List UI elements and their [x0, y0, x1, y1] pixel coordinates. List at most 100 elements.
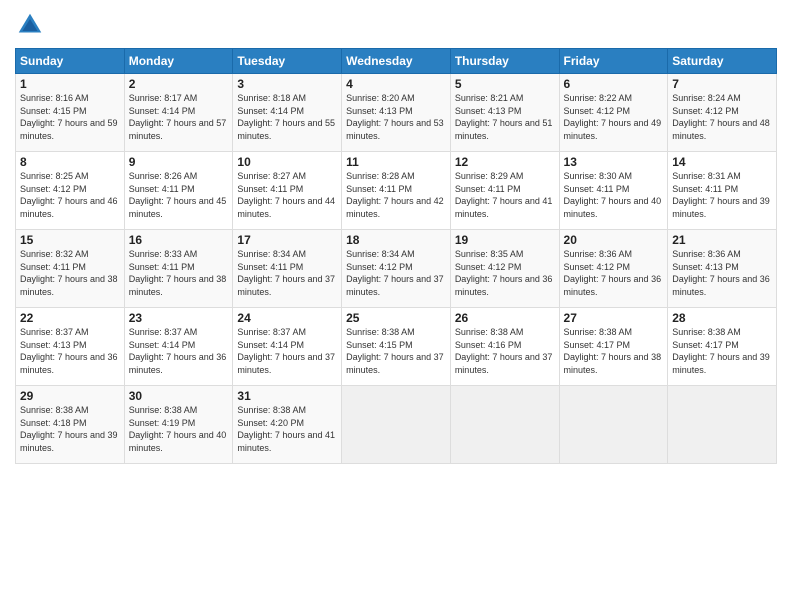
day-info: Sunrise: 8:29 AMSunset: 4:11 PMDaylight:… [455, 170, 555, 220]
day-info: Sunrise: 8:16 AMSunset: 4:15 PMDaylight:… [20, 92, 120, 142]
day-info: Sunrise: 8:26 AMSunset: 4:11 PMDaylight:… [129, 170, 229, 220]
calendar-cell: 4Sunrise: 8:20 AMSunset: 4:13 PMDaylight… [342, 74, 451, 152]
day-number: 1 [20, 77, 120, 91]
calendar-cell: 13Sunrise: 8:30 AMSunset: 4:11 PMDayligh… [559, 152, 668, 230]
header-saturday: Saturday [668, 49, 777, 74]
day-number: 26 [455, 311, 555, 325]
calendar-cell: 3Sunrise: 8:18 AMSunset: 4:14 PMDaylight… [233, 74, 342, 152]
day-number: 28 [672, 311, 772, 325]
day-number: 7 [672, 77, 772, 91]
header-friday: Friday [559, 49, 668, 74]
logo [15, 10, 49, 40]
calendar-cell [668, 386, 777, 464]
day-info: Sunrise: 8:22 AMSunset: 4:12 PMDaylight:… [564, 92, 664, 142]
day-number: 23 [129, 311, 229, 325]
day-info: Sunrise: 8:18 AMSunset: 4:14 PMDaylight:… [237, 92, 337, 142]
day-number: 5 [455, 77, 555, 91]
day-number: 13 [564, 155, 664, 169]
header-tuesday: Tuesday [233, 49, 342, 74]
day-number: 4 [346, 77, 446, 91]
calendar-cell: 20Sunrise: 8:36 AMSunset: 4:12 PMDayligh… [559, 230, 668, 308]
day-info: Sunrise: 8:37 AMSunset: 4:14 PMDaylight:… [129, 326, 229, 376]
calendar-row: 29Sunrise: 8:38 AMSunset: 4:18 PMDayligh… [16, 386, 777, 464]
calendar-cell: 21Sunrise: 8:36 AMSunset: 4:13 PMDayligh… [668, 230, 777, 308]
day-number: 12 [455, 155, 555, 169]
calendar-cell: 6Sunrise: 8:22 AMSunset: 4:12 PMDaylight… [559, 74, 668, 152]
calendar-cell: 7Sunrise: 8:24 AMSunset: 4:12 PMDaylight… [668, 74, 777, 152]
day-info: Sunrise: 8:20 AMSunset: 4:13 PMDaylight:… [346, 92, 446, 142]
calendar-cell: 23Sunrise: 8:37 AMSunset: 4:14 PMDayligh… [124, 308, 233, 386]
day-info: Sunrise: 8:21 AMSunset: 4:13 PMDaylight:… [455, 92, 555, 142]
header-sunday: Sunday [16, 49, 125, 74]
calendar-cell: 10Sunrise: 8:27 AMSunset: 4:11 PMDayligh… [233, 152, 342, 230]
logo-icon [15, 10, 45, 40]
day-info: Sunrise: 8:32 AMSunset: 4:11 PMDaylight:… [20, 248, 120, 298]
day-info: Sunrise: 8:30 AMSunset: 4:11 PMDaylight:… [564, 170, 664, 220]
day-number: 30 [129, 389, 229, 403]
day-info: Sunrise: 8:38 AMSunset: 4:18 PMDaylight:… [20, 404, 120, 454]
calendar-cell: 15Sunrise: 8:32 AMSunset: 4:11 PMDayligh… [16, 230, 125, 308]
header [15, 10, 777, 40]
calendar-cell: 30Sunrise: 8:38 AMSunset: 4:19 PMDayligh… [124, 386, 233, 464]
day-info: Sunrise: 8:33 AMSunset: 4:11 PMDaylight:… [129, 248, 229, 298]
day-info: Sunrise: 8:27 AMSunset: 4:11 PMDaylight:… [237, 170, 337, 220]
day-info: Sunrise: 8:31 AMSunset: 4:11 PMDaylight:… [672, 170, 772, 220]
day-info: Sunrise: 8:34 AMSunset: 4:11 PMDaylight:… [237, 248, 337, 298]
day-number: 25 [346, 311, 446, 325]
calendar-cell: 31Sunrise: 8:38 AMSunset: 4:20 PMDayligh… [233, 386, 342, 464]
day-number: 19 [455, 233, 555, 247]
day-info: Sunrise: 8:37 AMSunset: 4:14 PMDaylight:… [237, 326, 337, 376]
header-monday: Monday [124, 49, 233, 74]
day-info: Sunrise: 8:24 AMSunset: 4:12 PMDaylight:… [672, 92, 772, 142]
calendar-cell: 25Sunrise: 8:38 AMSunset: 4:15 PMDayligh… [342, 308, 451, 386]
calendar-cell: 24Sunrise: 8:37 AMSunset: 4:14 PMDayligh… [233, 308, 342, 386]
day-info: Sunrise: 8:34 AMSunset: 4:12 PMDaylight:… [346, 248, 446, 298]
calendar-cell [342, 386, 451, 464]
calendar-row: 8Sunrise: 8:25 AMSunset: 4:12 PMDaylight… [16, 152, 777, 230]
day-info: Sunrise: 8:38 AMSunset: 4:17 PMDaylight:… [564, 326, 664, 376]
day-info: Sunrise: 8:36 AMSunset: 4:13 PMDaylight:… [672, 248, 772, 298]
calendar-cell: 8Sunrise: 8:25 AMSunset: 4:12 PMDaylight… [16, 152, 125, 230]
day-number: 9 [129, 155, 229, 169]
calendar-page: Sunday Monday Tuesday Wednesday Thursday… [0, 0, 792, 612]
day-number: 31 [237, 389, 337, 403]
calendar-cell: 12Sunrise: 8:29 AMSunset: 4:11 PMDayligh… [450, 152, 559, 230]
day-number: 24 [237, 311, 337, 325]
day-number: 27 [564, 311, 664, 325]
calendar-cell: 11Sunrise: 8:28 AMSunset: 4:11 PMDayligh… [342, 152, 451, 230]
calendar-cell: 2Sunrise: 8:17 AMSunset: 4:14 PMDaylight… [124, 74, 233, 152]
calendar-cell: 18Sunrise: 8:34 AMSunset: 4:12 PMDayligh… [342, 230, 451, 308]
calendar-cell: 17Sunrise: 8:34 AMSunset: 4:11 PMDayligh… [233, 230, 342, 308]
day-number: 29 [20, 389, 120, 403]
day-info: Sunrise: 8:25 AMSunset: 4:12 PMDaylight:… [20, 170, 120, 220]
calendar-row: 15Sunrise: 8:32 AMSunset: 4:11 PMDayligh… [16, 230, 777, 308]
calendar-cell: 26Sunrise: 8:38 AMSunset: 4:16 PMDayligh… [450, 308, 559, 386]
day-number: 16 [129, 233, 229, 247]
day-info: Sunrise: 8:38 AMSunset: 4:17 PMDaylight:… [672, 326, 772, 376]
day-number: 17 [237, 233, 337, 247]
calendar-row: 22Sunrise: 8:37 AMSunset: 4:13 PMDayligh… [16, 308, 777, 386]
day-info: Sunrise: 8:35 AMSunset: 4:12 PMDaylight:… [455, 248, 555, 298]
day-info: Sunrise: 8:38 AMSunset: 4:16 PMDaylight:… [455, 326, 555, 376]
calendar-cell: 29Sunrise: 8:38 AMSunset: 4:18 PMDayligh… [16, 386, 125, 464]
day-number: 3 [237, 77, 337, 91]
day-number: 6 [564, 77, 664, 91]
day-number: 10 [237, 155, 337, 169]
day-info: Sunrise: 8:38 AMSunset: 4:20 PMDaylight:… [237, 404, 337, 454]
day-number: 14 [672, 155, 772, 169]
day-info: Sunrise: 8:36 AMSunset: 4:12 PMDaylight:… [564, 248, 664, 298]
day-info: Sunrise: 8:28 AMSunset: 4:11 PMDaylight:… [346, 170, 446, 220]
weekday-header-row: Sunday Monday Tuesday Wednesday Thursday… [16, 49, 777, 74]
calendar-row: 1Sunrise: 8:16 AMSunset: 4:15 PMDaylight… [16, 74, 777, 152]
calendar-cell [559, 386, 668, 464]
day-number: 2 [129, 77, 229, 91]
calendar-cell: 1Sunrise: 8:16 AMSunset: 4:15 PMDaylight… [16, 74, 125, 152]
header-thursday: Thursday [450, 49, 559, 74]
day-info: Sunrise: 8:38 AMSunset: 4:15 PMDaylight:… [346, 326, 446, 376]
day-number: 22 [20, 311, 120, 325]
header-wednesday: Wednesday [342, 49, 451, 74]
calendar-cell: 22Sunrise: 8:37 AMSunset: 4:13 PMDayligh… [16, 308, 125, 386]
calendar-table: Sunday Monday Tuesday Wednesday Thursday… [15, 48, 777, 464]
day-info: Sunrise: 8:38 AMSunset: 4:19 PMDaylight:… [129, 404, 229, 454]
calendar-cell: 27Sunrise: 8:38 AMSunset: 4:17 PMDayligh… [559, 308, 668, 386]
